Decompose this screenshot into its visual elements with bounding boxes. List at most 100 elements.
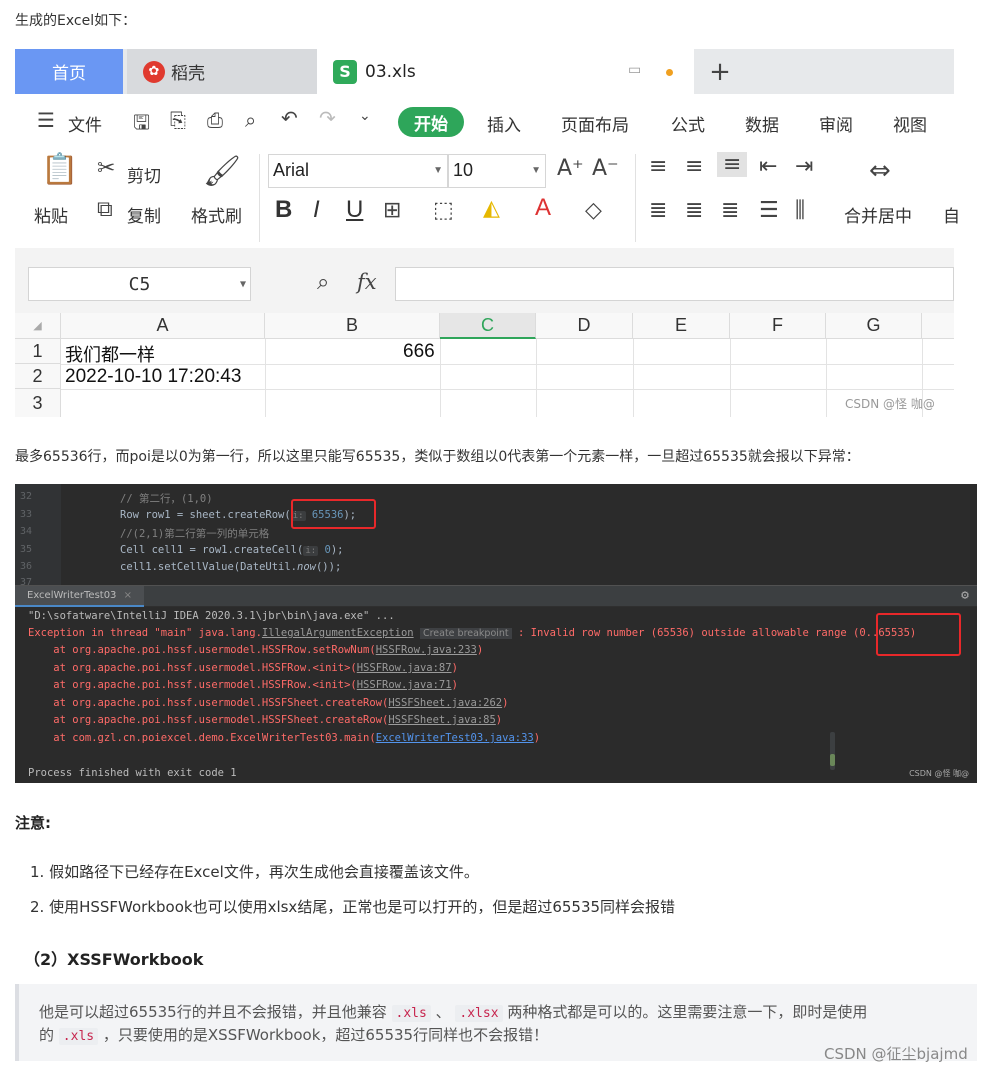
line-number: 35	[20, 544, 33, 555]
run-tab[interactable]: ExcelWriterTest03 ×	[15, 586, 144, 607]
row-header-3[interactable]: 3	[15, 389, 61, 417]
stack-link[interactable]: HSSFRow.java:233	[376, 644, 477, 656]
stack-link[interactable]: HSSFRow.java:87	[357, 662, 452, 674]
stack-frame: at org.apache.poi.hssf.usermodel.HSSFRow…	[28, 662, 458, 674]
console-command: "D:\sofatware\IntelliJ IDEA 2020.3.1\jbr…	[28, 610, 395, 622]
align-top-icon[interactable]: ≡	[649, 154, 667, 179]
justify-icon[interactable]: ☰	[759, 198, 779, 223]
cell-b1[interactable]: 666	[403, 341, 435, 363]
col-header-f[interactable]: F	[730, 313, 826, 339]
redo-icon[interactable]: ↷	[319, 106, 336, 130]
scroll-indicator[interactable]	[830, 732, 835, 770]
stack-link[interactable]: HSSFRow.java:71	[357, 679, 452, 691]
more-chevron-icon[interactable]: ⌄	[359, 108, 371, 124]
col-header-a[interactable]: A	[61, 313, 265, 339]
monitor-icon[interactable]: ▭	[628, 62, 641, 78]
tab-home[interactable]: 首页	[15, 49, 123, 94]
col-header-next[interactable]	[922, 313, 954, 339]
bold-icon[interactable]: B	[275, 196, 292, 224]
col-header-c[interactable]: C	[440, 313, 536, 339]
paste-button[interactable]: 粘贴	[34, 202, 68, 227]
dropdown-caret-icon: ▼	[433, 165, 443, 176]
cell-a1[interactable]: 我们都一样	[65, 341, 155, 367]
col-header-e[interactable]: E	[633, 313, 730, 339]
line-number: 33	[20, 509, 33, 520]
col-header-d[interactable]: D	[536, 313, 633, 339]
gear-icon[interactable]: ⚙	[961, 588, 969, 603]
copy-icon[interactable]: ⧉	[97, 197, 113, 222]
console-exception: Exception in thread "main" java.lang.Ill…	[28, 627, 917, 639]
font-color-icon[interactable]: A	[535, 194, 551, 222]
stack-link[interactable]: HSSFSheet.java:262	[388, 697, 502, 709]
menu-start[interactable]: 开始	[398, 107, 464, 137]
undo-icon[interactable]: ↶	[281, 106, 298, 130]
menu-insert[interactable]: 插入	[487, 111, 521, 136]
align-middle-icon[interactable]: ≡	[685, 154, 703, 179]
merge-center-button[interactable]: 合并居中	[844, 202, 912, 227]
italic-icon[interactable]: I	[313, 196, 320, 224]
align-right-icon[interactable]: ≣	[721, 198, 739, 223]
menu-page-layout[interactable]: 页面布局	[561, 111, 629, 136]
new-tab-button[interactable]: +	[700, 49, 740, 94]
cut-button[interactable]: 剪切	[127, 162, 161, 187]
align-center-icon[interactable]: ≣	[685, 198, 703, 223]
line-number: 34	[20, 526, 33, 537]
format-painter-icon[interactable]: 🖌	[203, 154, 241, 189]
intro-text: 生成的Excel如下：	[15, 13, 137, 29]
exception-class-link[interactable]: IllegalArgumentException	[262, 627, 414, 639]
console-exit: Process finished with exit code 1	[28, 767, 237, 779]
row-header-2[interactable]: 2	[15, 364, 61, 389]
formula-input[interactable]	[395, 267, 954, 301]
name-box[interactable]: C5 ▼	[28, 267, 251, 301]
menu-file[interactable]: 文件	[68, 111, 102, 136]
print-icon[interactable]: ⎙	[207, 108, 223, 132]
close-icon: ×	[123, 590, 132, 601]
align-left-icon[interactable]: ≣	[649, 198, 667, 223]
font-size-select[interactable]: 10 ▼	[448, 154, 546, 188]
font-name-select[interactable]: Arial ▼	[268, 154, 448, 188]
merge-cells-icon[interactable]: ⇔	[869, 156, 891, 186]
dropdown-caret-icon: ▼	[239, 279, 246, 290]
stack-link[interactable]: ExcelWriterTest03.java:33	[376, 732, 534, 744]
cell-a2[interactable]: 2022-10-10 17:20:43	[65, 366, 241, 388]
align-bottom-icon[interactable]: ≡	[717, 152, 748, 177]
font-shrink-icon[interactable]: A⁻	[592, 156, 619, 181]
menu-data[interactable]: 数据	[745, 111, 779, 136]
paste-icon[interactable]: 📋	[41, 152, 78, 187]
export-icon[interactable]: ⎘	[170, 108, 186, 132]
hamburger-icon[interactable]: ☰	[37, 108, 55, 132]
zoom-search-icon[interactable]: ⌕	[317, 270, 329, 295]
eraser-icon[interactable]: ◇	[585, 198, 602, 223]
indent-increase-icon[interactable]: ⇥	[795, 154, 813, 179]
stack-link[interactable]: HSSFSheet.java:85	[388, 714, 495, 726]
note-title: 注意:	[15, 814, 51, 832]
tab-file-label: 03.xls	[365, 61, 416, 82]
ide-screenshot: 32 33 34 35 36 37 // 第二行，(1,0) Row row1 …	[15, 484, 977, 783]
select-all-corner[interactable]: ◢	[15, 313, 61, 339]
distribute-icon[interactable]: ⫼	[795, 198, 805, 223]
menu-view[interactable]: 视图	[893, 111, 927, 136]
fx-icon[interactable]: fx	[357, 270, 377, 294]
col-header-b[interactable]: B	[265, 313, 440, 339]
fill-pattern-icon[interactable]: ⬚	[433, 198, 454, 223]
create-breakpoint-button[interactable]: Create breakpoint	[419, 628, 512, 639]
menu-formula[interactable]: 公式	[671, 111, 705, 136]
inline-code-xls: .xls	[58, 1028, 99, 1045]
indent-decrease-icon[interactable]: ⇤	[759, 154, 777, 179]
format-painter-button[interactable]: 格式刷	[191, 202, 242, 227]
line-number: 37	[20, 577, 33, 585]
print-preview-icon[interactable]: ⌕	[245, 108, 256, 132]
save-icon[interactable]: 🖫	[133, 108, 150, 142]
tab-docer[interactable]: ✿ 稻壳	[127, 49, 317, 94]
row-header-1[interactable]: 1	[15, 339, 61, 364]
font-grow-icon[interactable]: A⁺	[557, 156, 584, 181]
stack-frame: at org.apache.poi.hssf.usermodel.HSSFRow…	[28, 644, 484, 656]
fill-color-icon[interactable]: ◭	[483, 196, 500, 221]
menu-review[interactable]: 审阅	[819, 111, 853, 136]
scissors-icon[interactable]: ✂	[97, 156, 115, 181]
col-header-g[interactable]: G	[826, 313, 922, 339]
copy-button[interactable]: 复制	[127, 202, 161, 227]
truncated-button[interactable]: 自	[943, 202, 960, 227]
underline-icon[interactable]: U	[346, 196, 363, 224]
border-icon[interactable]: ⊞	[383, 198, 401, 223]
